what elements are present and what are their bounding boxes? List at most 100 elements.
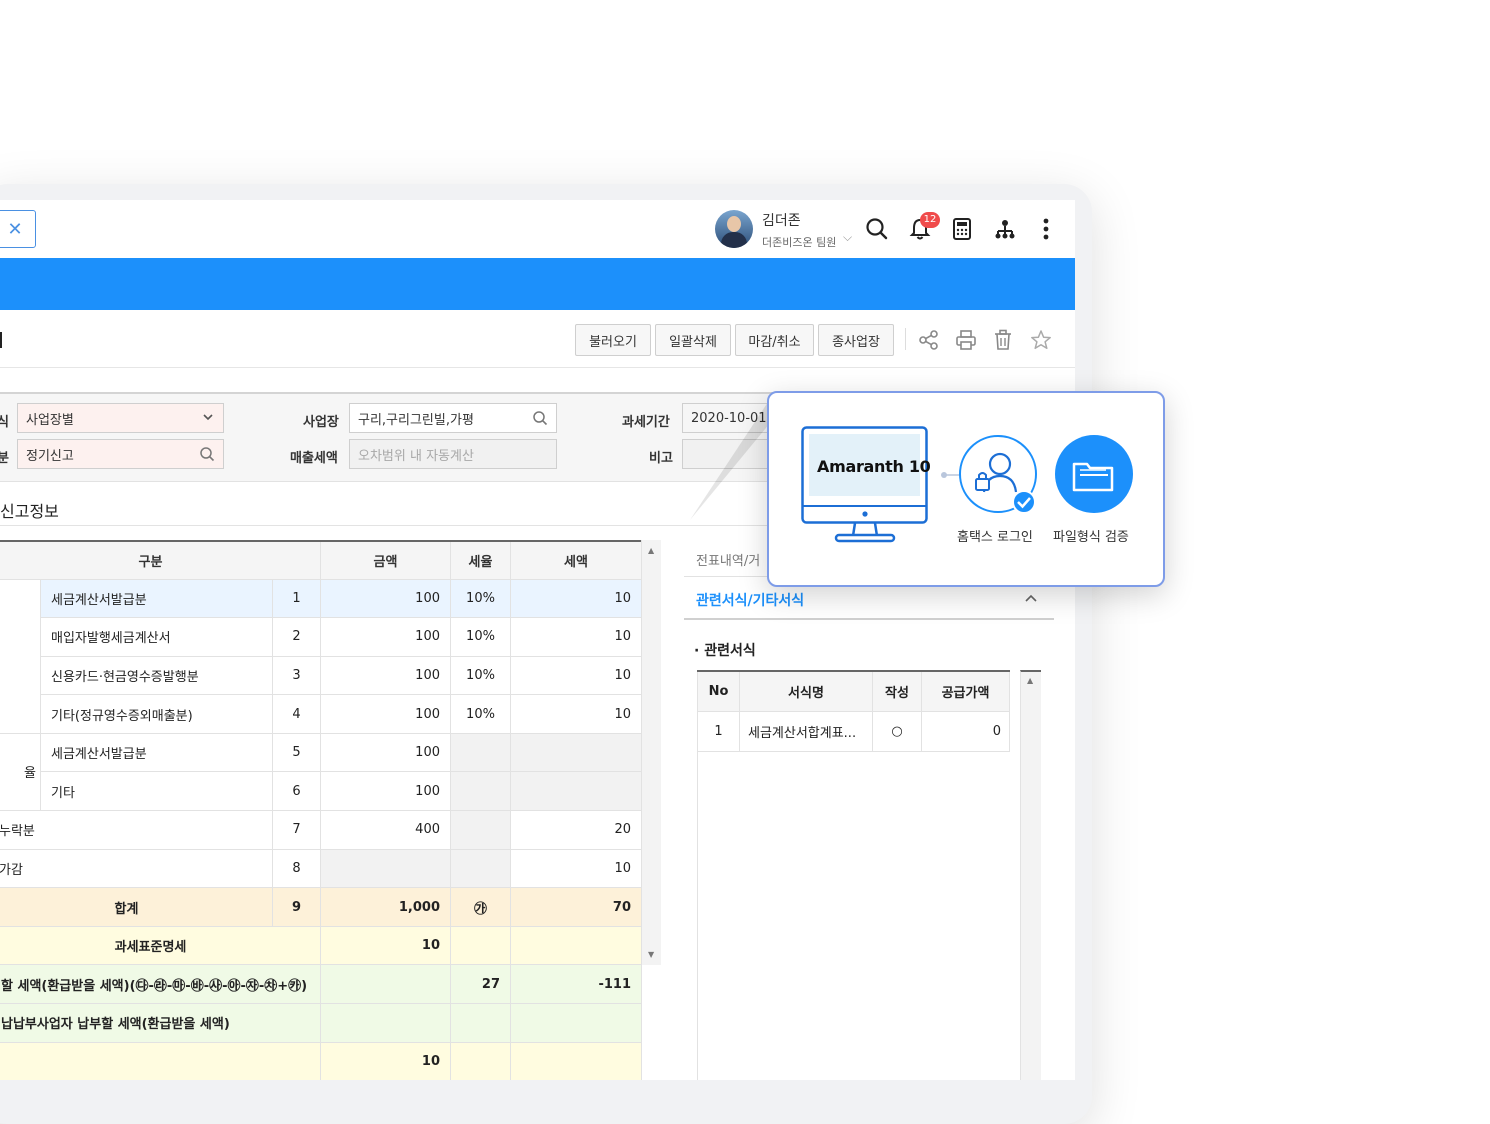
table-scrollbar[interactable]: ▲ ▼ bbox=[641, 540, 661, 965]
trash-icon[interactable] bbox=[989, 326, 1017, 354]
row-rate bbox=[450, 732, 511, 773]
group-cell: 율 bbox=[0, 732, 41, 812]
share-icon[interactable] bbox=[915, 326, 943, 354]
col-header-tax[interactable]: 세액 bbox=[510, 540, 642, 580]
avatar[interactable] bbox=[715, 210, 753, 248]
more-icon[interactable] bbox=[1031, 214, 1061, 244]
consolidated-amount bbox=[320, 1003, 451, 1043]
load-button[interactable]: 불러오기 bbox=[575, 324, 651, 356]
group-cell bbox=[0, 578, 41, 734]
site-value: 구리,구리그린빌,가평 bbox=[358, 412, 474, 428]
related-forms-body bbox=[697, 750, 1041, 1080]
row-no: 7 bbox=[272, 810, 321, 850]
table-row[interactable]: 1 세금계산서합계표... ○ 0 bbox=[697, 710, 1010, 752]
col-header-category[interactable]: 구분 bbox=[0, 540, 321, 580]
row-amount[interactable]: 400 bbox=[320, 810, 451, 850]
table-row[interactable]: 매입자발행세금계산서 2 100 10% 10 bbox=[0, 617, 642, 657]
site-field[interactable]: 구리,구리그린빌,가평 bbox=[349, 403, 557, 433]
method-select[interactable]: 사업장별 bbox=[17, 403, 224, 433]
related-forms-scrollbar[interactable]: ▲ bbox=[1020, 670, 1041, 1080]
row-tax[interactable]: 10 bbox=[510, 848, 642, 889]
table-row[interactable]: 가감 8 10 bbox=[0, 848, 642, 889]
payable-amount bbox=[320, 964, 451, 1005]
row-written-radio[interactable]: ○ bbox=[872, 710, 922, 752]
print-icon[interactable] bbox=[952, 326, 980, 354]
col-header-no[interactable]: No bbox=[697, 670, 740, 712]
login-popup: Amaranth 10 홈택스 로그인 파일형식 검증 bbox=[767, 391, 1165, 587]
branch-button[interactable]: 종사업장 bbox=[818, 324, 894, 356]
chevron-down-icon[interactable]: ⌵ bbox=[843, 230, 852, 245]
org-chart-icon[interactable] bbox=[990, 214, 1020, 244]
row-form-name[interactable]: 세금계산서합계표... bbox=[739, 710, 873, 752]
row-amount[interactable]: 100 bbox=[320, 578, 451, 619]
search-icon[interactable] bbox=[862, 214, 892, 244]
sales-tax-placeholder: 오차범위 내 자동계산 bbox=[358, 448, 474, 464]
tab-voucher[interactable]: 전표내역/거 bbox=[696, 550, 760, 569]
row-name: 세금계산서발급분 bbox=[40, 732, 273, 773]
close-tab-button[interactable]: ✕ bbox=[0, 210, 36, 248]
col-header-amount[interactable]: 금액 bbox=[320, 540, 451, 580]
row-no: 6 bbox=[272, 771, 321, 812]
table-row[interactable]: 누락분 7 400 20 bbox=[0, 810, 642, 850]
chevron-up-icon[interactable] bbox=[1024, 590, 1038, 609]
col-header-form-name[interactable]: 서식명 bbox=[739, 670, 873, 712]
payable-row: 할 세액(환급받을 세액)(㉰-㉱-㉲-㉳-㉴-㉵-㉶-㉷+㉸) 27 -111 bbox=[0, 964, 642, 1005]
page-title-marker bbox=[0, 332, 2, 348]
sales-tax-field: 오차범위 내 자동계산 bbox=[349, 439, 557, 469]
table-row[interactable]: 기타(정규영수증외매출분) 4 100 10% 10 bbox=[0, 694, 642, 734]
scroll-down-icon[interactable]: ▼ bbox=[648, 950, 654, 959]
sum-rate: ㉮ bbox=[450, 887, 511, 927]
type-field[interactable]: 정기신고 bbox=[17, 439, 224, 469]
standard-tax bbox=[510, 925, 642, 966]
payable-label: 할 세액(환급받을 세액)(㉰-㉱-㉲-㉳-㉴-㉵-㉶-㉷+㉸) bbox=[0, 964, 321, 1005]
star-icon[interactable] bbox=[1027, 326, 1055, 354]
standard-row: 과세표준명세 10 bbox=[0, 925, 642, 966]
row-rate bbox=[450, 771, 511, 812]
close-cancel-button[interactable]: 마감/취소 bbox=[735, 324, 814, 356]
table-row[interactable]: 율 세금계산서발급분 5 100 bbox=[0, 732, 642, 812]
scroll-up-icon[interactable]: ▲ bbox=[648, 546, 654, 555]
row-rate bbox=[450, 848, 511, 889]
row-amount[interactable]: 100 bbox=[320, 655, 451, 696]
type-value: 정기신고 bbox=[26, 448, 74, 464]
col-header-written[interactable]: 작성 bbox=[872, 670, 922, 712]
search-icon[interactable] bbox=[199, 446, 215, 466]
row-tax[interactable]: 10 bbox=[510, 655, 642, 696]
last-value: 10 bbox=[320, 1041, 451, 1080]
last-label bbox=[0, 1041, 321, 1080]
row-amount[interactable]: 100 bbox=[320, 617, 451, 657]
row-name: 매입자발행세금계산서 bbox=[40, 617, 273, 657]
standard-value: 10 bbox=[320, 925, 451, 966]
row-name: 기타(정규영수증외매출분) bbox=[40, 694, 273, 734]
row-amount[interactable]: 100 bbox=[320, 694, 451, 734]
search-icon[interactable] bbox=[532, 410, 548, 430]
header-bar bbox=[0, 258, 1075, 310]
row-tax[interactable]: 10 bbox=[510, 617, 642, 657]
monitor-icon bbox=[801, 426, 928, 543]
col-header-supply-amount[interactable]: 공급가액 bbox=[921, 670, 1010, 712]
row-tax[interactable]: 20 bbox=[510, 810, 642, 850]
accordion-divider bbox=[684, 618, 1054, 620]
row-tax[interactable]: 10 bbox=[510, 694, 642, 734]
table-row[interactable]: 기타 6 100 bbox=[0, 771, 642, 812]
row-rate: 10% bbox=[450, 694, 511, 734]
col-header-rate[interactable]: 세율 bbox=[450, 540, 511, 580]
table-row[interactable]: 세금계산서발급분 1 100 10% 10 bbox=[0, 578, 642, 734]
note-label: 비고 bbox=[649, 451, 673, 466]
row-rate: 10% bbox=[450, 617, 511, 657]
folder-icon bbox=[1055, 435, 1133, 513]
sales-tax-label: 매출세액 bbox=[290, 451, 338, 466]
consolidated-label: 납납부사업자 납부할 세액(환급받을 세액) bbox=[0, 1003, 321, 1043]
row-amount[interactable]: 100 bbox=[320, 771, 451, 812]
type-label: 분 bbox=[0, 451, 9, 466]
delete-all-button[interactable]: 일괄삭제 bbox=[655, 324, 731, 356]
row-no: 2 bbox=[272, 617, 321, 657]
row-amount bbox=[320, 848, 451, 889]
row-tax[interactable]: 10 bbox=[510, 578, 642, 619]
row-amount[interactable]: 100 bbox=[320, 732, 451, 773]
scroll-up-icon[interactable]: ▲ bbox=[1027, 676, 1033, 685]
calculator-icon[interactable] bbox=[947, 214, 977, 244]
table-row[interactable]: 신용카드·현금영수증발행분 3 100 10% 10 bbox=[0, 655, 642, 696]
accordion-related-forms[interactable]: 관련서식/기타서식 bbox=[696, 590, 804, 610]
row-no: 8 bbox=[272, 848, 321, 889]
